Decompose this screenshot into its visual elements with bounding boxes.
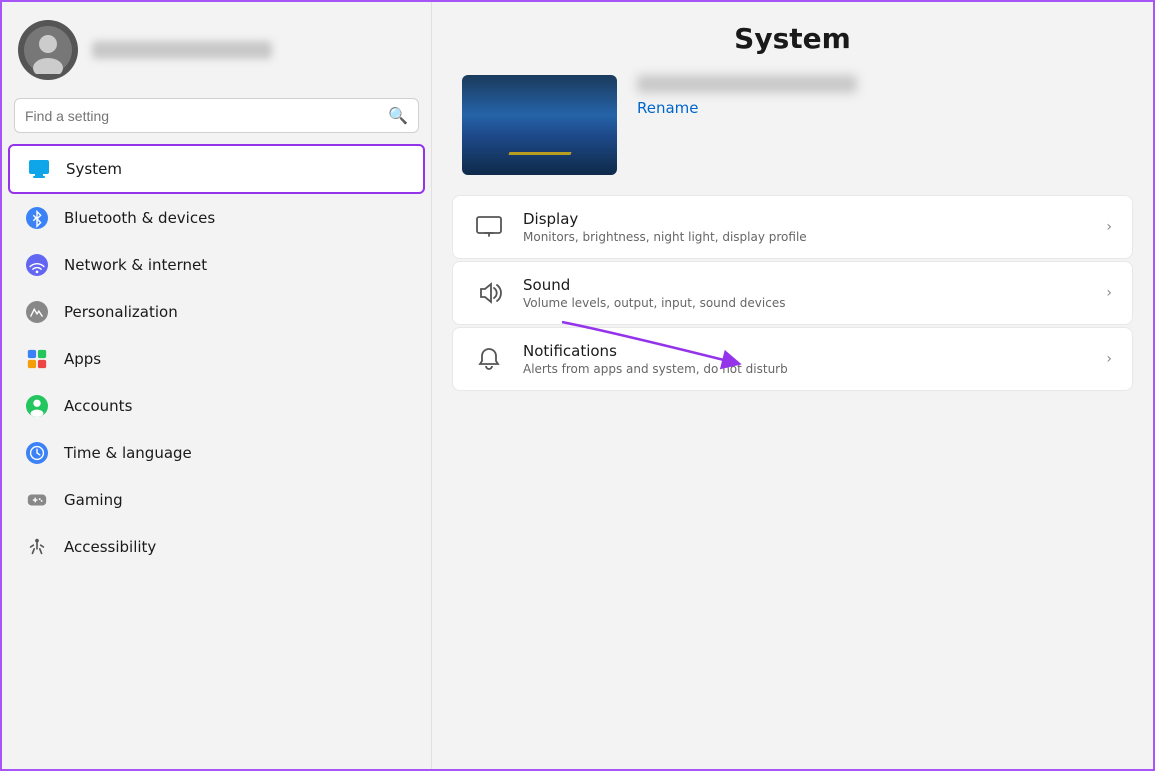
sidebar-label-accounts: Accounts xyxy=(64,397,132,415)
setting-item-notifications[interactable]: Notifications Alerts from apps and syste… xyxy=(452,327,1133,391)
user-name xyxy=(92,41,272,59)
sound-desc: Volume levels, output, input, sound devi… xyxy=(523,296,1088,310)
apps-icon xyxy=(24,346,50,372)
notifications-chevron: › xyxy=(1106,351,1112,367)
display-desc: Monitors, brightness, night light, displ… xyxy=(523,230,1088,244)
page-title: System xyxy=(432,2,1153,65)
device-name xyxy=(637,75,857,93)
accessibility-icon xyxy=(24,534,50,560)
network-icon xyxy=(24,252,50,278)
sound-icon xyxy=(473,277,505,309)
notifications-title: Notifications xyxy=(523,342,1088,360)
sidebar-label-accessibility: Accessibility xyxy=(64,538,156,556)
notifications-text: Notifications Alerts from apps and syste… xyxy=(523,342,1088,376)
gaming-icon xyxy=(24,487,50,513)
sidebar-item-time[interactable]: Time & language xyxy=(8,430,425,476)
user-profile xyxy=(2,2,431,94)
sidebar-item-network[interactable]: Network & internet xyxy=(8,242,425,288)
display-icon xyxy=(473,211,505,243)
monitor-preview xyxy=(462,75,617,175)
sidebar-item-personalization[interactable]: Personalization xyxy=(8,289,425,335)
nav-list: System Bluetooth & devices xyxy=(2,143,431,769)
sidebar-item-gaming[interactable]: Gaming xyxy=(8,477,425,523)
time-icon xyxy=(24,440,50,466)
notifications-icon xyxy=(473,343,505,375)
accounts-icon xyxy=(24,393,50,419)
display-chevron: › xyxy=(1106,219,1112,235)
sidebar-label-system: System xyxy=(66,160,122,178)
setting-item-display[interactable]: Display Monitors, brightness, night ligh… xyxy=(452,195,1133,259)
sidebar-label-network: Network & internet xyxy=(64,256,207,274)
avatar xyxy=(18,20,78,80)
sidebar-label-gaming: Gaming xyxy=(64,491,123,509)
display-text: Display Monitors, brightness, night ligh… xyxy=(523,210,1088,244)
notifications-desc: Alerts from apps and system, do not dist… xyxy=(523,362,1088,376)
sidebar-label-time: Time & language xyxy=(64,444,192,462)
main-content: System Rename xyxy=(432,2,1153,769)
rename-link[interactable]: Rename xyxy=(637,99,857,117)
display-title: Display xyxy=(523,210,1088,228)
sidebar-item-accessibility[interactable]: Accessibility xyxy=(8,524,425,570)
device-info: Rename xyxy=(637,75,857,117)
setting-item-sound[interactable]: Sound Volume levels, output, input, soun… xyxy=(452,261,1133,325)
sidebar-item-accounts[interactable]: Accounts xyxy=(8,383,425,429)
personalization-icon xyxy=(24,299,50,325)
sidebar-label-personalization: Personalization xyxy=(64,303,178,321)
search-box[interactable]: 🔍 xyxy=(14,98,419,133)
sidebar-label-bluetooth: Bluetooth & devices xyxy=(64,209,215,227)
device-section: Rename xyxy=(432,65,1153,195)
sidebar-label-apps: Apps xyxy=(64,350,101,368)
sidebar-item-apps[interactable]: Apps xyxy=(8,336,425,382)
search-icon: 🔍 xyxy=(388,106,408,125)
sidebar: 🔍 System xyxy=(2,2,432,769)
bluetooth-icon xyxy=(24,205,50,231)
sidebar-item-bluetooth[interactable]: Bluetooth & devices xyxy=(8,195,425,241)
sidebar-item-system[interactable]: System xyxy=(8,144,425,194)
monitor-icon xyxy=(26,156,52,182)
sound-text: Sound Volume levels, output, input, soun… xyxy=(523,276,1088,310)
settings-list: Display Monitors, brightness, night ligh… xyxy=(432,195,1153,391)
sound-chevron: › xyxy=(1106,285,1112,301)
sound-title: Sound xyxy=(523,276,1088,294)
search-input[interactable] xyxy=(25,108,380,124)
